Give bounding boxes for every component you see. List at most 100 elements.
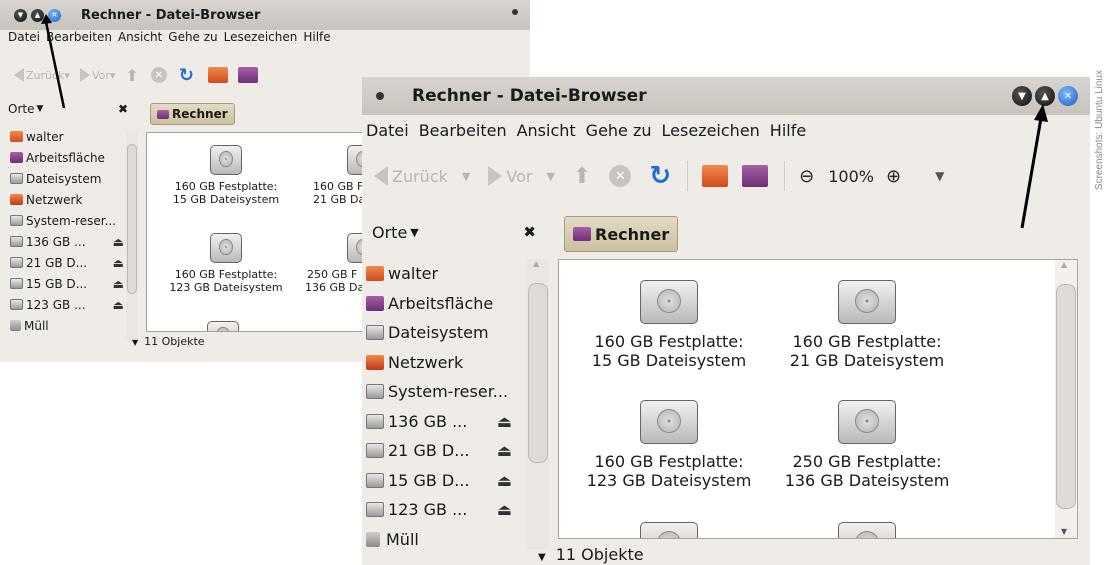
sidebar-item-123gb[interactable]: 123 GB ... ⏏ (366, 495, 512, 525)
sidebar-item-dateisystem[interactable]: Dateisystem (366, 318, 512, 348)
stop-icon[interactable]: ✕ (609, 165, 632, 187)
chevron-down-icon[interactable]: ▼ (410, 226, 418, 239)
scroll-down-icon[interactable]: ▼ (1061, 527, 1067, 536)
close-button[interactable]: ✕ (1058, 86, 1078, 106)
close-sidebar-icon[interactable]: ✖ (523, 223, 536, 241)
sidebar-item-dateisystem[interactable]: Dateisystem (10, 168, 124, 189)
places-title[interactable]: Orte (372, 223, 407, 242)
file-item[interactable]: 160 GB Festplatte: 123 GB Dateisystem (161, 233, 291, 294)
menu-lesezeichen[interactable]: Lesezeichen (224, 30, 298, 52)
stop-icon[interactable]: ✕ (150, 67, 167, 83)
menu-datei[interactable]: Datei (366, 121, 409, 140)
sidebar-item-15gb[interactable]: 15 GB D... ⏏ (366, 466, 512, 496)
sidebar-item-136gb[interactable]: 136 GB ... ⏏ (366, 407, 512, 437)
home-folder-icon[interactable] (207, 67, 228, 83)
minimize-button[interactable]: ▼ (1012, 86, 1032, 106)
close-sidebar-icon[interactable]: ✖ (118, 102, 128, 116)
sidebar-item-system-reserved[interactable]: System-reser... (10, 210, 124, 231)
sidebar-item-walter[interactable]: walter (366, 259, 512, 289)
window-menu-dot-icon[interactable] (512, 9, 518, 15)
back-button[interactable]: Zurück ▼ (374, 166, 470, 186)
eject-icon[interactable]: ⏏ (113, 235, 124, 249)
sidebar-item-arbeitsflaeche[interactable]: Arbeitsfläche (366, 289, 512, 319)
forward-dropdown-icon[interactable]: ▼ (546, 170, 554, 183)
eject-icon[interactable]: ⏏ (497, 441, 512, 460)
menu-datei[interactable]: Datei (8, 30, 40, 52)
forward-button[interactable]: Vor ▾ (79, 68, 115, 82)
sidebar-item-muell[interactable]: Müll (366, 525, 512, 555)
up-arrow-icon[interactable]: ⬆ (573, 164, 591, 189)
path-button-rechner[interactable]: Rechner (150, 103, 235, 125)
zoom-out-icon[interactable]: ⊖ (799, 166, 814, 187)
sidebar-item-walter[interactable]: walter (10, 126, 124, 147)
eject-icon[interactable]: ⏏ (113, 298, 124, 312)
computer-icon[interactable] (742, 165, 769, 187)
maximize-button[interactable]: ▲ (1035, 86, 1055, 106)
drive-icon (366, 325, 384, 341)
sidebar-item-label: Netzwerk (26, 192, 83, 207)
reload-icon[interactable]: ↻ (179, 65, 194, 86)
image-caption: Screenshots: Ubuntu Linux (1094, 70, 1105, 191)
window-title: Rechner - Datei-Browser (412, 86, 647, 106)
file-name-line1: 160 GB Festplatte: (174, 180, 278, 193)
window-menu-dot-icon[interactable] (376, 92, 384, 100)
scroll-down-icon[interactable]: ▼ (538, 552, 546, 563)
scroll-up-icon[interactable]: ▲ (1061, 260, 1067, 269)
minimize-button[interactable]: ▼ (14, 8, 27, 22)
file-item[interactable]: 250 GB Festplatte: 136 GB Dateisystem (767, 400, 967, 490)
sidebar-item-system-reserved[interactable]: System-reser... (366, 377, 512, 407)
eject-icon[interactable]: ⏏ (113, 256, 124, 270)
menu-ansicht[interactable]: Ansicht (118, 30, 162, 52)
sidebar-item-label: Arbeitsfläche (388, 293, 494, 313)
computer-icon[interactable] (237, 67, 258, 83)
menu-gehe-zu[interactable]: Gehe zu (586, 121, 652, 140)
scroll-down-icon[interactable]: ▼ (132, 338, 138, 347)
menu-hilfe[interactable]: Hilfe (770, 121, 806, 140)
sidebar-item-123gb[interactable]: 123 GB ... ⏏ (10, 294, 124, 315)
sidebar-item-21gb[interactable]: 21 GB D... ⏏ (10, 252, 124, 273)
places-title[interactable]: Orte (8, 102, 34, 116)
sidebar-item-136gb[interactable]: 136 GB ... ⏏ (10, 231, 124, 252)
file-view-scrollbar[interactable]: ▲ ▼ (1055, 260, 1077, 538)
sidebar-item-21gb[interactable]: 21 GB D... ⏏ (366, 436, 512, 466)
sidebar-item-15gb[interactable]: 15 GB D... ⏏ (10, 273, 124, 294)
sidebar-item-arbeitsflaeche[interactable]: Arbeitsfläche (10, 147, 124, 168)
drive-icon (366, 384, 384, 400)
eject-icon[interactable]: ⏏ (497, 471, 512, 490)
up-arrow-icon[interactable]: ⬆ (125, 66, 138, 85)
back-dropdown-icon[interactable]: ▼ (462, 170, 470, 183)
sidebar-item-muell[interactable]: Müll (10, 315, 124, 336)
file-item[interactable]: 160 GB Festplatte: 15 GB Dateisystem (569, 280, 769, 370)
home-folder-icon[interactable] (702, 165, 729, 187)
path-button-rechner[interactable]: Rechner (564, 216, 679, 252)
menu-ansicht[interactable]: Ansicht (517, 121, 576, 140)
sidebar-scrollbar[interactable]: ▲ (527, 259, 549, 549)
sidebar-item-label: walter (388, 264, 439, 284)
file-item[interactable]: 160 GB Festplatte: 123 GB Dateisystem (569, 400, 769, 490)
file-item[interactable]: 160 GB Festplatte: 15 GB Dateisystem (161, 145, 291, 206)
toolbar-overflow-icon[interactable]: ▼ (935, 169, 944, 183)
zoom-in-icon[interactable]: ⊕ (886, 166, 901, 187)
sidebar-scrollbar[interactable] (126, 132, 138, 342)
menu-lesezeichen[interactable]: Lesezeichen (662, 121, 760, 140)
sidebar-item-netzwerk[interactable]: Netzwerk (10, 189, 124, 210)
back-arrow-icon (374, 166, 388, 186)
forward-button[interactable]: Vor ▼ (488, 166, 555, 186)
sidebar-item-netzwerk[interactable]: Netzwerk (366, 348, 512, 378)
menu-bearbeiten[interactable]: Bearbeiten (419, 121, 507, 140)
network-icon (366, 354, 384, 370)
reload-icon[interactable]: ↻ (649, 161, 671, 191)
menu-hilfe[interactable]: Hilfe (303, 30, 330, 52)
eject-icon[interactable]: ⏏ (497, 500, 512, 519)
sidebar-scroll-thumb[interactable] (127, 144, 137, 294)
computer-icon (573, 227, 591, 241)
menu-gehe-zu[interactable]: Gehe zu (168, 30, 217, 52)
eject-icon[interactable]: ⏏ (497, 412, 512, 431)
sidebar-scroll-thumb[interactable] (528, 283, 548, 463)
sidebar-item-label: 15 GB D... (26, 276, 88, 291)
file-name-line1: 160 GB Festplatte: (174, 268, 278, 281)
eject-icon[interactable]: ⏏ (113, 277, 124, 291)
file-view-scroll-thumb[interactable] (1056, 284, 1076, 509)
scroll-up-icon[interactable]: ▲ (533, 259, 539, 268)
file-item[interactable]: 160 GB Festplatte: 21 GB Dateisystem (767, 280, 967, 370)
